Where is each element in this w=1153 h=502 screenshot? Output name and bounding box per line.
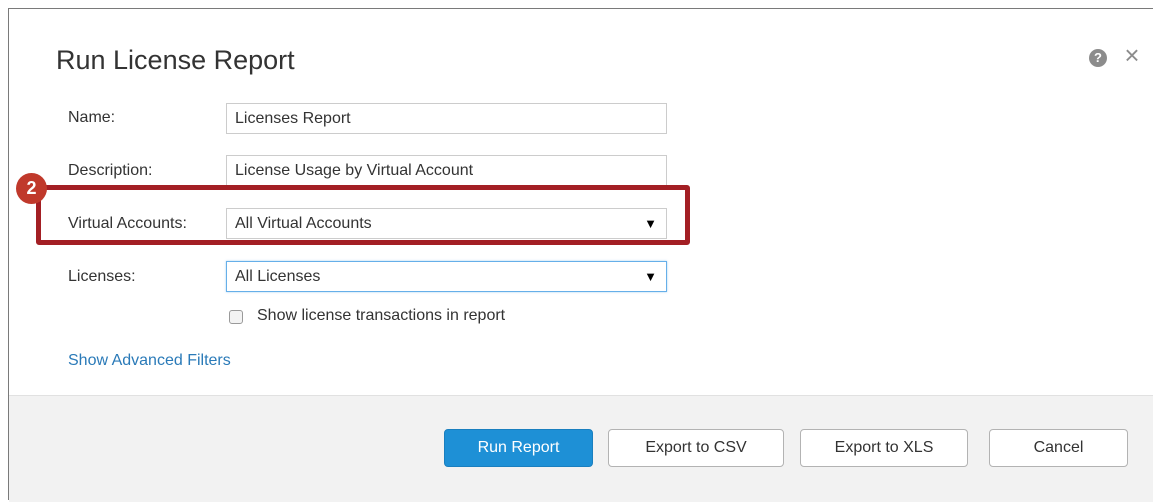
highlight-box (36, 185, 690, 245)
show-transactions-checkbox[interactable] (229, 310, 243, 324)
run-report-button[interactable]: Run Report (444, 429, 593, 467)
close-icon[interactable]: × (1121, 42, 1143, 68)
dialog-title: Run License Report (56, 45, 295, 75)
description-label: Description: (68, 162, 153, 179)
help-icon[interactable]: ? (1089, 49, 1107, 67)
export-xls-button[interactable]: Export to XLS (800, 429, 968, 467)
licenses-select[interactable]: All Licenses ▼ (226, 261, 667, 292)
show-transactions-label[interactable]: Show license transactions in report (257, 307, 505, 325)
name-label: Name: (68, 109, 116, 126)
show-advanced-filters-link[interactable]: Show Advanced Filters (68, 352, 231, 370)
cancel-button[interactable]: Cancel (989, 429, 1128, 467)
run-license-report-dialog: Run License Report ? × Name: Licenses Re… (8, 8, 1153, 502)
export-csv-button[interactable]: Export to CSV (608, 429, 784, 467)
licenses-label: Licenses: (68, 268, 136, 285)
step-number-badge: 2 (16, 173, 47, 204)
name-input[interactable]: Licenses Report (226, 103, 667, 134)
licenses-selected-value: All Licenses (235, 268, 321, 285)
description-input[interactable]: License Usage by Virtual Account (226, 155, 667, 186)
chevron-down-icon: ▼ (644, 269, 657, 284)
